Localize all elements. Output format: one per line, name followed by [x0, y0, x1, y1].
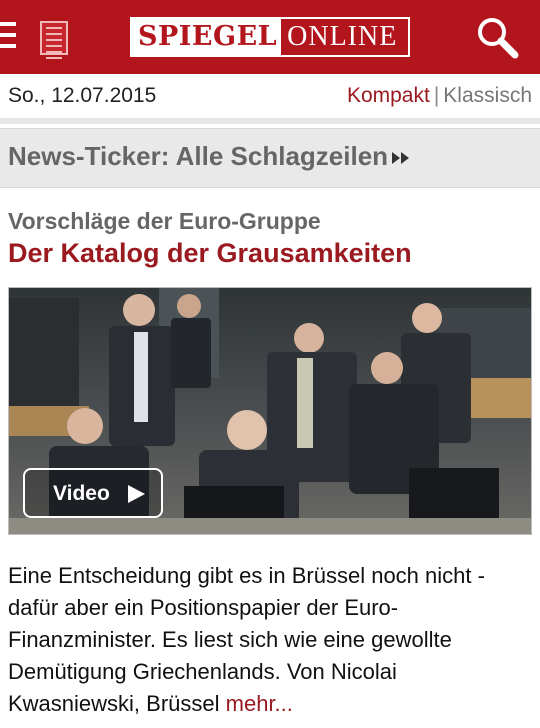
current-date: So., 12.07.2015 — [8, 84, 157, 107]
app-header: SPIEGEL ONLINE — [0, 0, 540, 74]
menu-icon[interactable] — [0, 22, 16, 52]
news-ticker-label: News-Ticker: Alle Schlagzeilen — [8, 141, 389, 171]
double-chevron-right-icon — [392, 152, 409, 164]
divider — [0, 118, 540, 124]
date-bar: So., 12.07.2015 Kompakt | Klassisch — [0, 74, 540, 118]
mode-separator: | — [433, 84, 440, 107]
spiegel-online-logo[interactable]: SPIEGEL ONLINE — [130, 17, 410, 57]
article-headline[interactable]: Der Katalog der Grausamkeiten — [8, 238, 412, 269]
view-mode-switch: Kompakt | Klassisch — [347, 84, 532, 108]
mode-compact-link[interactable]: Kompakt — [347, 84, 430, 107]
search-icon[interactable] — [474, 14, 520, 60]
logo-online: ONLINE — [287, 21, 398, 52]
mode-classic-link[interactable]: Klassisch — [443, 84, 532, 107]
article-photo[interactable]: Video — [8, 287, 532, 535]
play-icon — [128, 485, 145, 503]
article-kicker[interactable]: Vorschläge der Euro-Gruppe — [8, 208, 321, 235]
more-link[interactable]: mehr... — [226, 691, 293, 716]
video-label: Video — [53, 482, 110, 505]
logo-spiegel: SPIEGEL — [132, 19, 282, 55]
document-icon[interactable] — [40, 21, 68, 59]
article-teaser: Eine Entscheidung gibt es in Brüssel noc… — [8, 560, 533, 720]
news-ticker-link[interactable]: News-Ticker: Alle Schlagzeilen — [0, 128, 540, 188]
video-button[interactable]: Video — [23, 468, 163, 518]
